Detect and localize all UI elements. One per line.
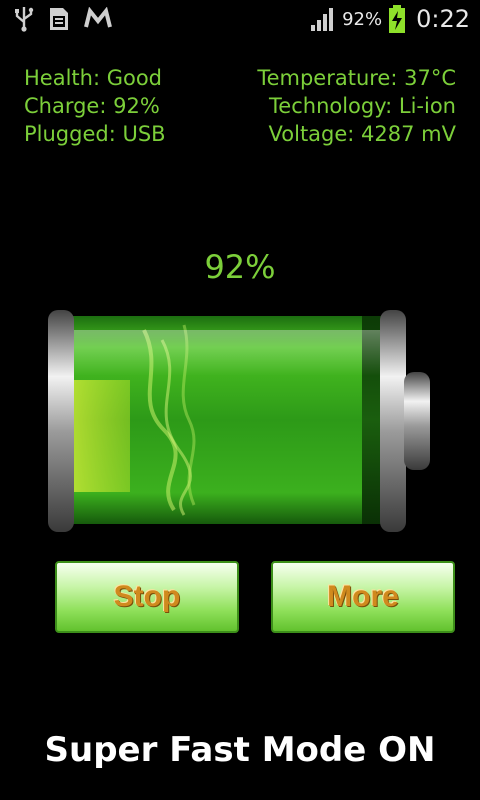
battery-charging-icon [388,4,406,34]
usb-icon [14,6,34,32]
status-battery-percent: 92% [342,8,383,30]
status-bar: 92% 0:22 [0,0,480,38]
notification-icons [14,6,112,32]
gmail-icon [84,7,112,31]
voltage-text: Voltage: 4287 mV [268,122,456,146]
charge-text: Charge: 92% [24,94,160,118]
temperature-text: Temperature: 37°C [257,66,456,90]
technology-text: Technology: Li-ion [269,94,456,118]
health-text: Health: Good [24,66,163,90]
mode-status-text: Super Fast Mode ON [44,730,436,770]
stop-button[interactable]: Stop [55,561,239,633]
battery-info-left: Health: Good Charge: 92% Plugged: USB [24,64,166,148]
battery-percent-label: 92% [204,248,276,286]
sd-card-icon [48,6,70,32]
system-status: 92% 0:22 [310,4,470,34]
battery-graphic [48,310,430,532]
battery-info-right: Temperature: 37°C Technology: Li-ion Vol… [257,64,456,148]
signal-icon [310,6,336,32]
plugged-text: Plugged: USB [24,122,166,146]
clock: 0:22 [416,5,470,33]
more-button[interactable]: More [271,561,455,633]
